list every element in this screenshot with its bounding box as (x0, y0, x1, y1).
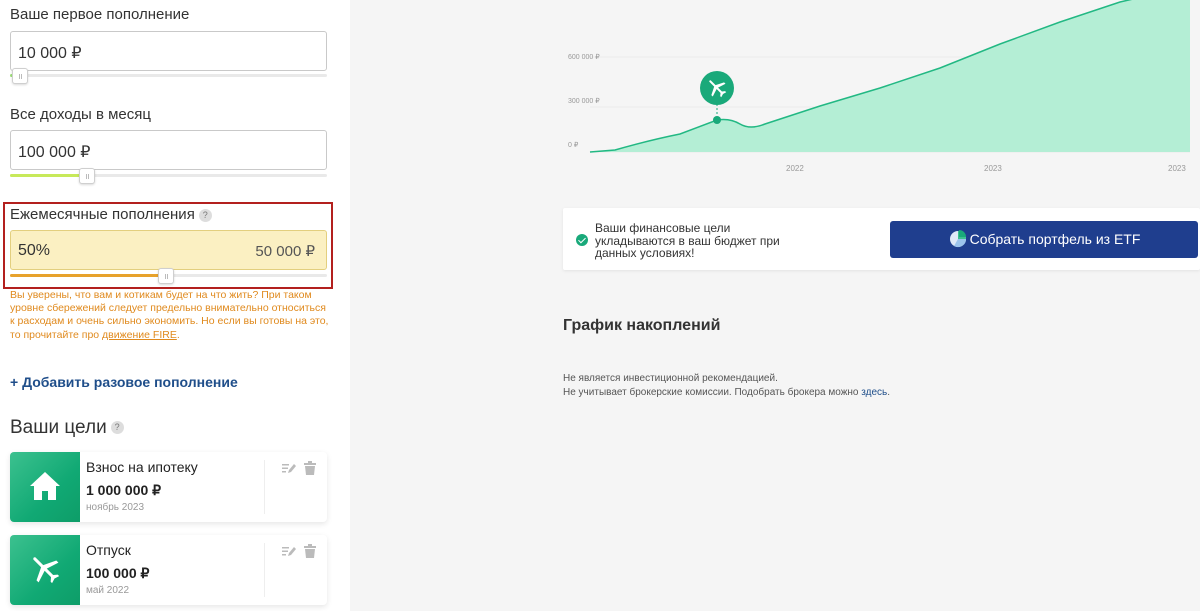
add-one-time-deposit-link[interactable]: + Добавить разовое пополнение (10, 374, 238, 390)
goal-amount: 1 000 000 ₽ (86, 482, 162, 498)
chart-canvas (589, 0, 1190, 153)
income-input[interactable]: 100 000 ₽ (10, 130, 327, 170)
income-slider-track[interactable] (10, 174, 327, 177)
first-deposit-slider-handle[interactable] (12, 68, 28, 84)
edit-icon[interactable] (282, 544, 296, 558)
first-deposit-label: Ваше первое пополнение (10, 6, 190, 23)
first-deposit-input[interactable]: 10 000 ₽ (10, 31, 327, 71)
goal-name: Отпуск (86, 542, 131, 558)
disclaimer-line-2-text: Не учитывает брокерские комиссии. Подобр… (563, 387, 862, 398)
monthly-slider-handle[interactable] (158, 268, 174, 284)
monthly-slider-fill (10, 274, 166, 277)
x-tick-label: 2023 (984, 164, 1002, 173)
help-icon[interactable]: ? (198, 208, 212, 222)
first-deposit-slider-track[interactable] (10, 74, 327, 77)
monthly-amount: 50 000 ₽ (255, 243, 315, 260)
disclaimer-line-1: Не является инвестиционной рекомендацией… (563, 373, 778, 384)
goal-card[interactable]: Взнос на ипотеку 1 000 000 ₽ ноябрь 2023 (10, 452, 327, 522)
first-deposit-value: 10 000 ₽ (18, 45, 82, 62)
trash-icon[interactable] (303, 461, 317, 475)
build-etf-portfolio-button[interactable]: Собрать портфель из ETF (890, 221, 1198, 258)
section-title: График накоплений (563, 317, 721, 334)
goal-point[interactable] (713, 116, 721, 124)
monthly-label-text: Ежемесячные пополнения (10, 206, 195, 223)
trash-icon[interactable] (303, 544, 317, 558)
x-tick-label: 2022 (786, 164, 804, 173)
disclaimer-tail: . (887, 387, 891, 398)
edit-icon[interactable] (282, 461, 296, 475)
savings-warning-tail: . (176, 328, 180, 341)
airplane-icon (33, 557, 60, 584)
pie-chart-icon (949, 230, 966, 248)
goal-icon-tile (10, 452, 80, 522)
help-icon[interactable]: ? (110, 421, 124, 435)
y-tick-label: 600 000 ₽ (568, 54, 600, 61)
goal-icon-tile (10, 535, 80, 605)
fire-movement-link[interactable]: движение FIRE (102, 329, 177, 341)
area-series (590, 0, 1190, 152)
monthly-percent: 50% (18, 242, 51, 259)
broker-link[interactable]: здесь (861, 387, 887, 398)
income-value: 100 000 ₽ (18, 144, 91, 161)
disclaimer-line-2: Не учитывает брокерские комиссии. Подобр… (563, 386, 890, 400)
divider (264, 543, 265, 597)
income-slider-fill (10, 174, 87, 177)
goal-name: Взнос на ипотеку (86, 459, 198, 475)
income-label: Все доходы в месяц (10, 106, 151, 123)
settings-panel: Ваше первое пополнение 10 000 ₽ Все дохо… (0, 0, 350, 611)
savings-warning: Вы уверены, что вам и котикам будет на ч… (10, 289, 330, 342)
y-tick-label: 0 ₽ (568, 142, 579, 149)
x-tick-label: 2023 (1168, 164, 1186, 173)
house-icon (30, 472, 60, 500)
disclaimer: Не является инвестиционной рекомендацией… (563, 372, 890, 400)
monthly-input[interactable]: 50% 50 000 ₽ (10, 230, 327, 270)
budget-status-text: Ваши финансовые цели укладываются в ваш … (595, 221, 780, 260)
goal-date: ноябрь 2023 (86, 502, 145, 513)
goals-title: Ваши цели? (10, 417, 124, 439)
build-etf-portfolio-label: Собрать портфель из ETF (969, 231, 1141, 247)
goal-date: май 2022 (86, 585, 130, 596)
savings-chart: 600 000 ₽ 300 000 ₽ 0 ₽ 2022 2023 2023 (560, 0, 1200, 180)
budget-status-card: Ваши финансовые цели укладываются в ваш … (563, 208, 1200, 270)
goals-title-text: Ваши цели (10, 417, 107, 438)
y-tick-label: 300 000 ₽ (568, 98, 600, 105)
check-circle-icon (576, 234, 588, 246)
monthly-label: Ежемесячные пополнения? (10, 206, 212, 223)
divider (264, 460, 265, 514)
goal-amount: 100 000 ₽ (86, 565, 150, 581)
income-slider-handle[interactable] (79, 168, 95, 184)
goal-card[interactable]: Отпуск 100 000 ₽ май 2022 (10, 535, 327, 605)
